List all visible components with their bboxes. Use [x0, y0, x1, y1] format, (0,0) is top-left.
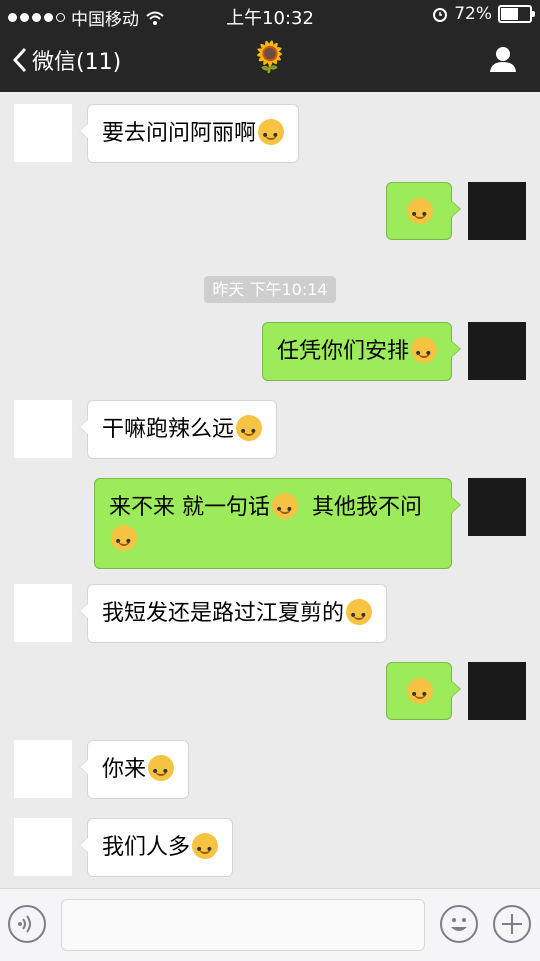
message-bubble-outgoing[interactable] [386, 662, 461, 720]
chat-title: 🌻 [251, 40, 289, 75]
message-bubble-incoming[interactable]: 我短发还是路过江夏剪的 [78, 584, 388, 643]
contact-avatar[interactable] [14, 584, 72, 642]
timestamp-divider: 昨天 下午10:14 [0, 276, 540, 303]
my-avatar[interactable] [468, 182, 526, 240]
grin-emoji-icon [148, 755, 175, 788]
grin-emoji-icon [411, 337, 437, 370]
message-text: 干嘛跑辣么远 [102, 417, 235, 442]
my-avatar[interactable] [468, 322, 526, 380]
message-bubble-incoming[interactable]: 我们人多 [78, 818, 234, 877]
message-bubble-outgoing[interactable]: 任凭你们安排 [261, 322, 462, 381]
battery-icon [498, 5, 535, 23]
emoji-button[interactable] [440, 905, 478, 943]
person-icon [490, 47, 516, 72]
grin-emoji-icon [407, 678, 433, 711]
timestamp-label: 昨天 下午10:14 [204, 276, 336, 303]
grin-emoji-icon [258, 119, 285, 152]
grin-emoji-icon [407, 198, 433, 231]
message-input[interactable] [61, 899, 425, 951]
voice-button[interactable] [8, 905, 46, 943]
message-bubble-incoming[interactable]: 要去问问阿丽啊 [78, 104, 300, 163]
profile-button[interactable] [488, 44, 518, 78]
grin-emoji-icon [236, 415, 263, 448]
grin-emoji-icon [272, 493, 298, 526]
contact-avatar[interactable] [14, 740, 72, 798]
message-text: 任凭你们安排 [276, 339, 409, 364]
message-bubble-outgoing[interactable] [386, 182, 461, 240]
message-text: 你来 [102, 757, 147, 782]
grin-emoji-icon [111, 525, 137, 558]
contact-avatar[interactable] [14, 400, 72, 458]
message-text: 来不来 就一句话 [109, 495, 270, 520]
message-bubble-incoming[interactable]: 你来 [78, 740, 190, 799]
my-avatar[interactable] [468, 662, 526, 720]
message-bubble-outgoing[interactable]: 来不来 就一句话 其他我不问 [94, 478, 461, 569]
chat-area[interactable]: 要去问问阿丽啊 昨天 下午10:14 任凭你们安排 干嘛跑辣么远 来不来 就一句… [0, 92, 540, 888]
voice-icon [18, 915, 31, 933]
message-text: 我们人多 [102, 835, 191, 860]
contact-avatar[interactable] [14, 818, 72, 876]
message-text: 要去问问阿丽啊 [102, 121, 257, 146]
battery-percent: 72% [454, 4, 492, 24]
message-text-line2: 其他我不问 [312, 495, 423, 520]
input-bar [0, 888, 540, 961]
battery-fill [501, 8, 519, 20]
status-bar: 中国移动 上午10:32 72% [0, 0, 540, 30]
contact-avatar[interactable] [14, 104, 72, 162]
my-avatar[interactable] [468, 478, 526, 536]
message-bubble-incoming[interactable]: 干嘛跑辣么远 [78, 400, 278, 459]
plus-button[interactable] [493, 905, 531, 943]
grin-emoji-icon [192, 833, 219, 866]
smiley-icon [451, 918, 467, 931]
alarm-icon [433, 8, 448, 22]
top-bar: 中国移动 上午10:32 72% 微信(11) 🌻 [0, 0, 540, 92]
plus-icon [502, 914, 522, 934]
nav-bar: 微信(11) 🌻 [0, 30, 540, 92]
grin-emoji-icon [346, 599, 373, 632]
message-text: 我短发还是路过江夏剪的 [102, 601, 345, 626]
status-right: 72% [432, 4, 535, 24]
